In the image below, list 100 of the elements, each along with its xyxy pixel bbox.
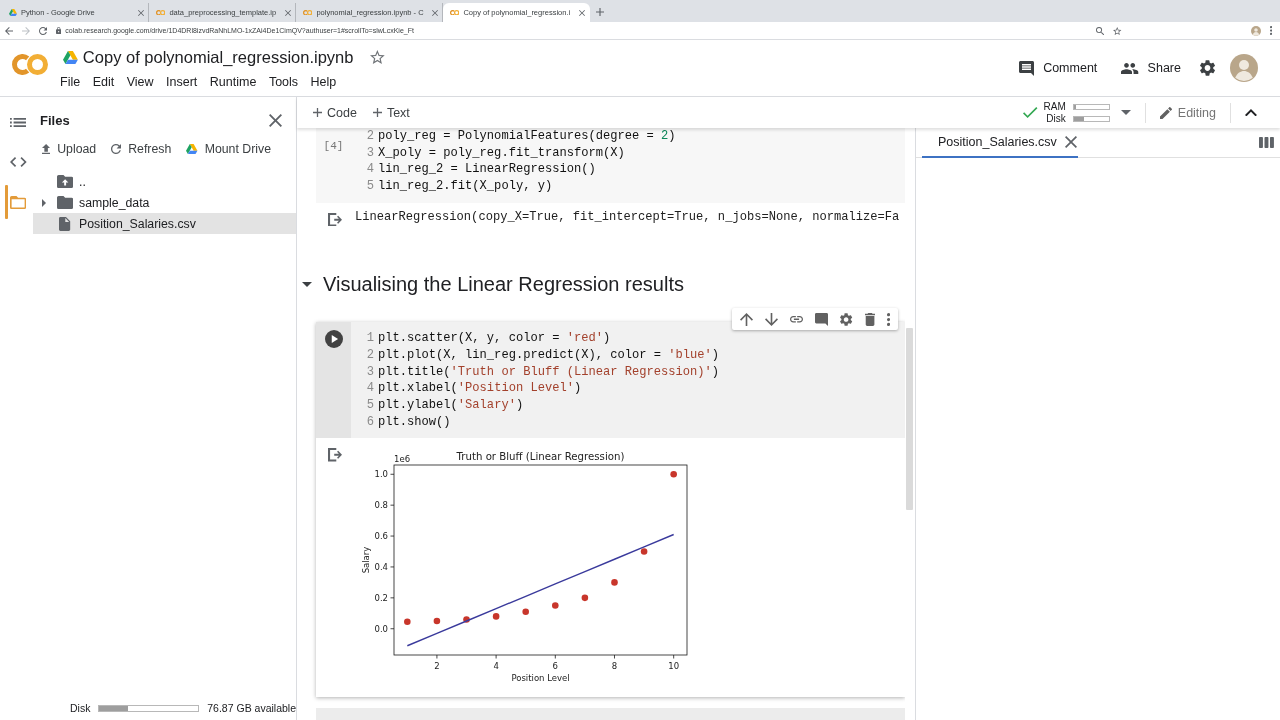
panel-title: Files	[40, 112, 70, 128]
line-number: 1	[366, 330, 374, 347]
tick-label: 0.4	[374, 562, 388, 573]
close-icon[interactable]	[432, 9, 438, 16]
code-line: plt.xlabel('Position Level')	[378, 380, 582, 397]
logo-icon	[156, 9, 166, 16]
line-number: 6	[366, 413, 374, 431]
upload-button[interactable]: Upload	[42, 142, 97, 156]
tick-label: 2	[434, 661, 440, 672]
star-icon[interactable]	[1113, 26, 1122, 35]
mount-drive-button[interactable]: Mount Drive	[186, 142, 271, 156]
chart-title: Truth or Bluff (Linear Regression)	[456, 450, 625, 462]
plus-icon[interactable]	[596, 8, 604, 16]
tick-label: 0.0	[374, 624, 388, 635]
axis-offset-label: 1e6	[394, 454, 411, 465]
output-icon[interactable]	[328, 448, 342, 462]
tick-label: 0.6	[374, 531, 388, 542]
line-number: 5	[366, 178, 374, 195]
search-icon[interactable]	[1096, 26, 1105, 35]
close-icon[interactable]	[138, 9, 144, 16]
link-icon[interactable]	[790, 316, 804, 323]
trash-icon[interactable]	[864, 312, 875, 326]
triangle-logo-icon	[63, 50, 78, 64]
resource-label: Disk	[1045, 113, 1066, 124]
file-tree-item[interactable]: sample_data	[33, 192, 296, 213]
output-icon[interactable]	[328, 212, 342, 227]
menu-item[interactable]: Tools	[268, 75, 299, 89]
close-icon[interactable]	[285, 9, 291, 16]
star-icon[interactable]	[370, 50, 386, 64]
settings-icon[interactable]	[840, 312, 853, 326]
plus-icon	[313, 108, 322, 117]
reload-icon[interactable]	[39, 26, 47, 35]
settings-icon[interactable]	[1199, 60, 1215, 76]
comment-icon[interactable]	[815, 312, 829, 326]
code-line: poly_reg = PolynomialFeatures(degree = 2)	[378, 128, 676, 145]
notebook-title[interactable]: Copy of polynomial_regression.ipynb	[82, 47, 354, 67]
tick-label: 6	[552, 661, 558, 672]
menu-item[interactable]: Insert	[166, 75, 198, 89]
logo-icon	[303, 9, 313, 16]
line-number: 4	[366, 380, 374, 397]
close-icon[interactable]	[1064, 136, 1077, 148]
menu-item[interactable]: View	[126, 75, 154, 89]
file-tab[interactable]: Position_Salaries.csv	[922, 128, 1078, 158]
menu-item[interactable]: Help	[310, 75, 337, 89]
close-icon[interactable]	[269, 113, 282, 127]
code-line: plt.scatter(X, y, color = 'red')	[378, 330, 611, 347]
caret-up-icon[interactable]	[1245, 108, 1257, 117]
y-axis-label: Salary	[361, 547, 371, 574]
code-editor[interactable]: [4] 2 poly_reg = PolynomialFeatures(degree = 2) 3 X_poly = poly_reg.fit_transform(X) 4 lin_reg_2 = LinearRegression() 5 lin_reg_2.fit(X_poly, y)	[316, 128, 905, 203]
file-tree-item[interactable]: ..	[33, 171, 296, 192]
caret-down-icon[interactable]	[302, 281, 312, 287]
x-axis-label: Position Level	[511, 673, 570, 684]
code-line: X_poly = poly_reg.fit_transform(X)	[378, 144, 625, 162]
line-number: 2	[366, 346, 374, 364]
line-number: 4	[366, 161, 374, 179]
list-icon[interactable]	[10, 117, 27, 127]
tick-label: 8	[611, 661, 618, 672]
arrow-up-icon[interactable]	[740, 312, 754, 326]
line-number: 3	[366, 363, 374, 381]
menu-item[interactable]: Edit	[92, 75, 115, 89]
menu-item[interactable]: File	[60, 75, 81, 89]
refresh-button[interactable]: Refresh	[111, 142, 172, 156]
tick-label: 4	[493, 661, 499, 672]
close-icon[interactable]	[579, 9, 585, 16]
file-tree-item[interactable]: Position_Salaries.csv	[33, 213, 296, 234]
tick-label: 0.2	[374, 593, 388, 604]
code-line: lin_reg_2 = LinearRegression()	[378, 161, 596, 179]
tick-label: 0.8	[374, 500, 388, 511]
columns-icon[interactable]	[1259, 137, 1274, 148]
add-cell-button[interactable]: Code	[313, 105, 357, 120]
run-icon[interactable]	[324, 330, 343, 349]
folder-up-icon	[56, 175, 74, 188]
code-line: plt.title('Truth or Bluff (Linear Regression)')	[378, 363, 720, 381]
add-cell-button[interactable]: Text	[372, 105, 410, 120]
section-heading: Visualising the Linear Regression results	[323, 272, 684, 296]
caret-down-icon[interactable]	[1120, 110, 1131, 115]
code-editor[interactable]	[316, 322, 905, 439]
folder-icon	[56, 196, 74, 209]
disk-space-text: 76.87 GB available	[207, 702, 296, 714]
mode-button[interactable]: Editing	[1159, 105, 1217, 120]
code-icon[interactable]	[10, 157, 27, 167]
comment-button[interactable]: Comment	[1019, 60, 1098, 76]
code-line: plt.show()	[378, 413, 451, 431]
comment-icon	[1019, 60, 1035, 76]
scrollbar-thumb[interactable]	[906, 328, 913, 510]
caret-right-icon[interactable]	[42, 198, 46, 207]
lock-icon	[56, 27, 62, 34]
menu-item[interactable]: Runtime	[209, 75, 257, 89]
tick-label: 10	[668, 661, 680, 672]
more-icon[interactable]	[1269, 26, 1272, 35]
output-text: LinearRegression(copy_X=True, fit_intercept=True, n_jobs=None, normalize=Fa	[355, 208, 900, 226]
code-line: plt.ylabel('Salary')	[378, 397, 524, 414]
tick-label: 1.0	[374, 469, 388, 480]
logo-icon	[450, 9, 460, 16]
arrow-down-icon[interactable]	[765, 312, 779, 326]
triangle-logo-icon	[9, 9, 17, 16]
refresh-icon	[111, 144, 122, 154]
more-icon[interactable]	[886, 312, 890, 326]
share-button[interactable]: Share	[1121, 61, 1181, 75]
arrow-left-icon[interactable]	[5, 26, 13, 35]
